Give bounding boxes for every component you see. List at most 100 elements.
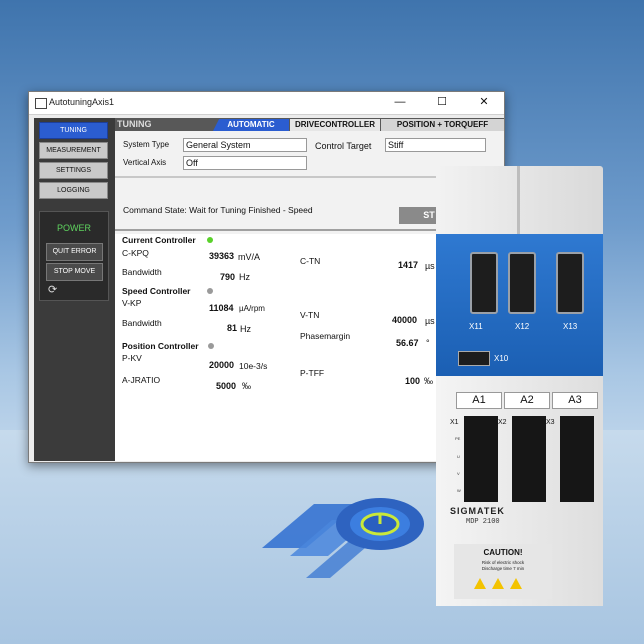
pin-label-v: V bbox=[457, 471, 460, 476]
caution-line2: Discharge time 7 min bbox=[481, 566, 525, 571]
pkv-label: P-KV bbox=[122, 353, 142, 363]
device-lower: A1 A2 A3 X1 X2 X3 PE U V W SIGMATEK MDP … bbox=[436, 376, 603, 606]
ajratio-label: A-JRATIO bbox=[122, 375, 161, 385]
ctn-unit: µs bbox=[425, 261, 435, 271]
pin-label-w: W bbox=[457, 488, 461, 493]
close-button[interactable]: ✕ bbox=[469, 94, 499, 111]
current-bandwidth-label: Bandwidth bbox=[122, 267, 162, 277]
pkv-value: 20000 bbox=[209, 360, 235, 370]
tuning-header: TUNING AUTOMATIC DRIVECONTROLLER POSITIO… bbox=[115, 118, 504, 131]
terminal-block-x2 bbox=[512, 416, 546, 502]
pkv-unit: 10e-3/s bbox=[239, 361, 268, 371]
position-controller-title: Position Controller bbox=[122, 341, 199, 351]
ckpq-label: C-KPQ bbox=[122, 248, 149, 258]
model-label: MDP 2100 bbox=[466, 518, 500, 526]
system-type-label: System Type bbox=[123, 140, 170, 149]
window-title: AutotuningAxis1 bbox=[49, 97, 115, 107]
ctn-value: 1417 bbox=[398, 260, 419, 270]
caution-line1: Risk of electric shock bbox=[481, 560, 525, 565]
phasemargin-value: 56.67 bbox=[396, 338, 419, 348]
ckpq-unit: mV/A bbox=[238, 252, 261, 262]
system-type-field[interactable]: General System bbox=[183, 138, 307, 152]
x13-label: X13 bbox=[563, 322, 578, 331]
left-panel: TUNING MEASUREMENT SETTINGS LOGGING POWE… bbox=[34, 118, 115, 461]
port-x10 bbox=[458, 351, 490, 366]
x11-label: X11 bbox=[469, 322, 483, 331]
axis-a1-label: A1 bbox=[456, 392, 502, 409]
command-state: Command State: Wait for Tuning Finished … bbox=[123, 205, 313, 215]
title-bar: AutotuningAxis1 — ☐ ✕ bbox=[29, 92, 504, 115]
warning-icon bbox=[474, 578, 486, 589]
vertical-axis-field[interactable]: Off bbox=[183, 156, 307, 170]
device-top-split bbox=[517, 166, 520, 234]
control-target-label: Control Target bbox=[315, 141, 372, 151]
terminal-block-x3 bbox=[560, 416, 594, 502]
vkp-unit: µA/rpm bbox=[239, 304, 265, 313]
vertical-axis-label: Vertical Axis bbox=[123, 158, 167, 167]
nav-logging[interactable]: LOGGING bbox=[39, 182, 108, 199]
speed-bandwidth-unit: Hz bbox=[240, 324, 251, 334]
speed-bandwidth-value: 81 bbox=[227, 323, 238, 333]
autotuning-window: AutotuningAxis1 — ☐ ✕ TUNING MEASUREMENT… bbox=[28, 91, 505, 463]
phasemargin-label: Phasemargin bbox=[300, 331, 351, 341]
connector-x12 bbox=[508, 252, 536, 314]
speed-controller-title: Speed Controller bbox=[122, 286, 191, 296]
caution-label: CAUTION! Risk of electric shock Discharg… bbox=[454, 544, 552, 599]
ptff-label: P-TFF bbox=[300, 368, 325, 378]
warning-icon bbox=[492, 578, 504, 589]
connector-x11 bbox=[470, 252, 498, 314]
x12-label: X12 bbox=[515, 322, 530, 331]
minimize-button[interactable]: — bbox=[385, 94, 415, 111]
axis-a3-label: A3 bbox=[552, 392, 598, 409]
nav-tuning[interactable]: TUNING bbox=[39, 122, 108, 139]
x3-label: X3 bbox=[546, 419, 555, 426]
vtn-unit: µs bbox=[425, 316, 435, 326]
nav-measurement[interactable]: MEASUREMENT bbox=[39, 142, 108, 159]
x1-label: X1 bbox=[450, 419, 459, 426]
ptff-value: 100 bbox=[405, 376, 421, 386]
pin-label-pe: PE bbox=[455, 436, 461, 441]
window-content: TUNING MEASUREMENT SETTINGS LOGGING POWE… bbox=[29, 115, 504, 462]
x10-label: X10 bbox=[494, 354, 509, 363]
quit-error-button[interactable]: QUIT ERROR bbox=[46, 243, 103, 261]
power-panel: POWER QUIT ERROR STOP MOVE ⟳ bbox=[39, 211, 109, 301]
speed-status-indicator bbox=[207, 288, 213, 294]
phasemargin-unit: ° bbox=[426, 338, 430, 348]
power-label: POWER bbox=[56, 223, 91, 233]
section-title: TUNING bbox=[117, 119, 152, 129]
pin-label-u: U bbox=[457, 454, 460, 459]
speed-bandwidth-label: Bandwidth bbox=[122, 318, 162, 328]
ckpq-value: 39363 bbox=[209, 251, 235, 261]
current-controller-title: Current Controller bbox=[122, 235, 196, 245]
maximize-button[interactable]: ☐ bbox=[427, 94, 457, 111]
current-bandwidth-unit: Hz bbox=[239, 272, 250, 282]
gear-logo-icon bbox=[262, 498, 424, 578]
current-bandwidth-value: 790 bbox=[220, 272, 236, 282]
ajratio-value: 5000 bbox=[216, 381, 237, 391]
brand-logo: SIGMATEK bbox=[450, 506, 505, 516]
control-target-field[interactable]: Stiff bbox=[385, 138, 486, 152]
vtn-value: 40000 bbox=[392, 315, 418, 325]
refresh-icon[interactable]: ⟳ bbox=[48, 284, 60, 296]
ctn-label: C-TN bbox=[300, 256, 321, 266]
tab-position-torqueff[interactable]: POSITION + TORQUEFF bbox=[381, 119, 504, 131]
tab-drivecontroller[interactable]: DRIVECONTROLLER bbox=[290, 119, 380, 131]
position-status-indicator bbox=[208, 343, 214, 349]
device-blue-panel: X11 X12 X13 X10 bbox=[436, 234, 603, 376]
tab-automatic[interactable]: AUTOMATIC bbox=[213, 119, 289, 131]
terminal-block-x1 bbox=[464, 416, 498, 502]
axis-a2-label: A2 bbox=[504, 392, 550, 409]
connector-x13 bbox=[556, 252, 584, 314]
vkp-value: 11084 bbox=[209, 303, 234, 313]
vkp-label: V-KP bbox=[122, 298, 142, 308]
current-status-indicator bbox=[207, 237, 213, 243]
vtn-label: V-TN bbox=[300, 310, 320, 320]
app-icon bbox=[35, 98, 47, 109]
ptff-unit: ‰ bbox=[424, 376, 433, 386]
nav-settings[interactable]: SETTINGS bbox=[39, 162, 108, 179]
ajratio-unit: ‰ bbox=[242, 381, 251, 391]
caution-title: CAUTION! bbox=[483, 548, 523, 557]
warning-icon bbox=[510, 578, 522, 589]
sigmatek-device: X11 X12 X13 X10 A1 A2 A3 X1 X2 X3 PE U V… bbox=[436, 166, 603, 606]
stop-move-button[interactable]: STOP MOVE bbox=[46, 263, 103, 281]
